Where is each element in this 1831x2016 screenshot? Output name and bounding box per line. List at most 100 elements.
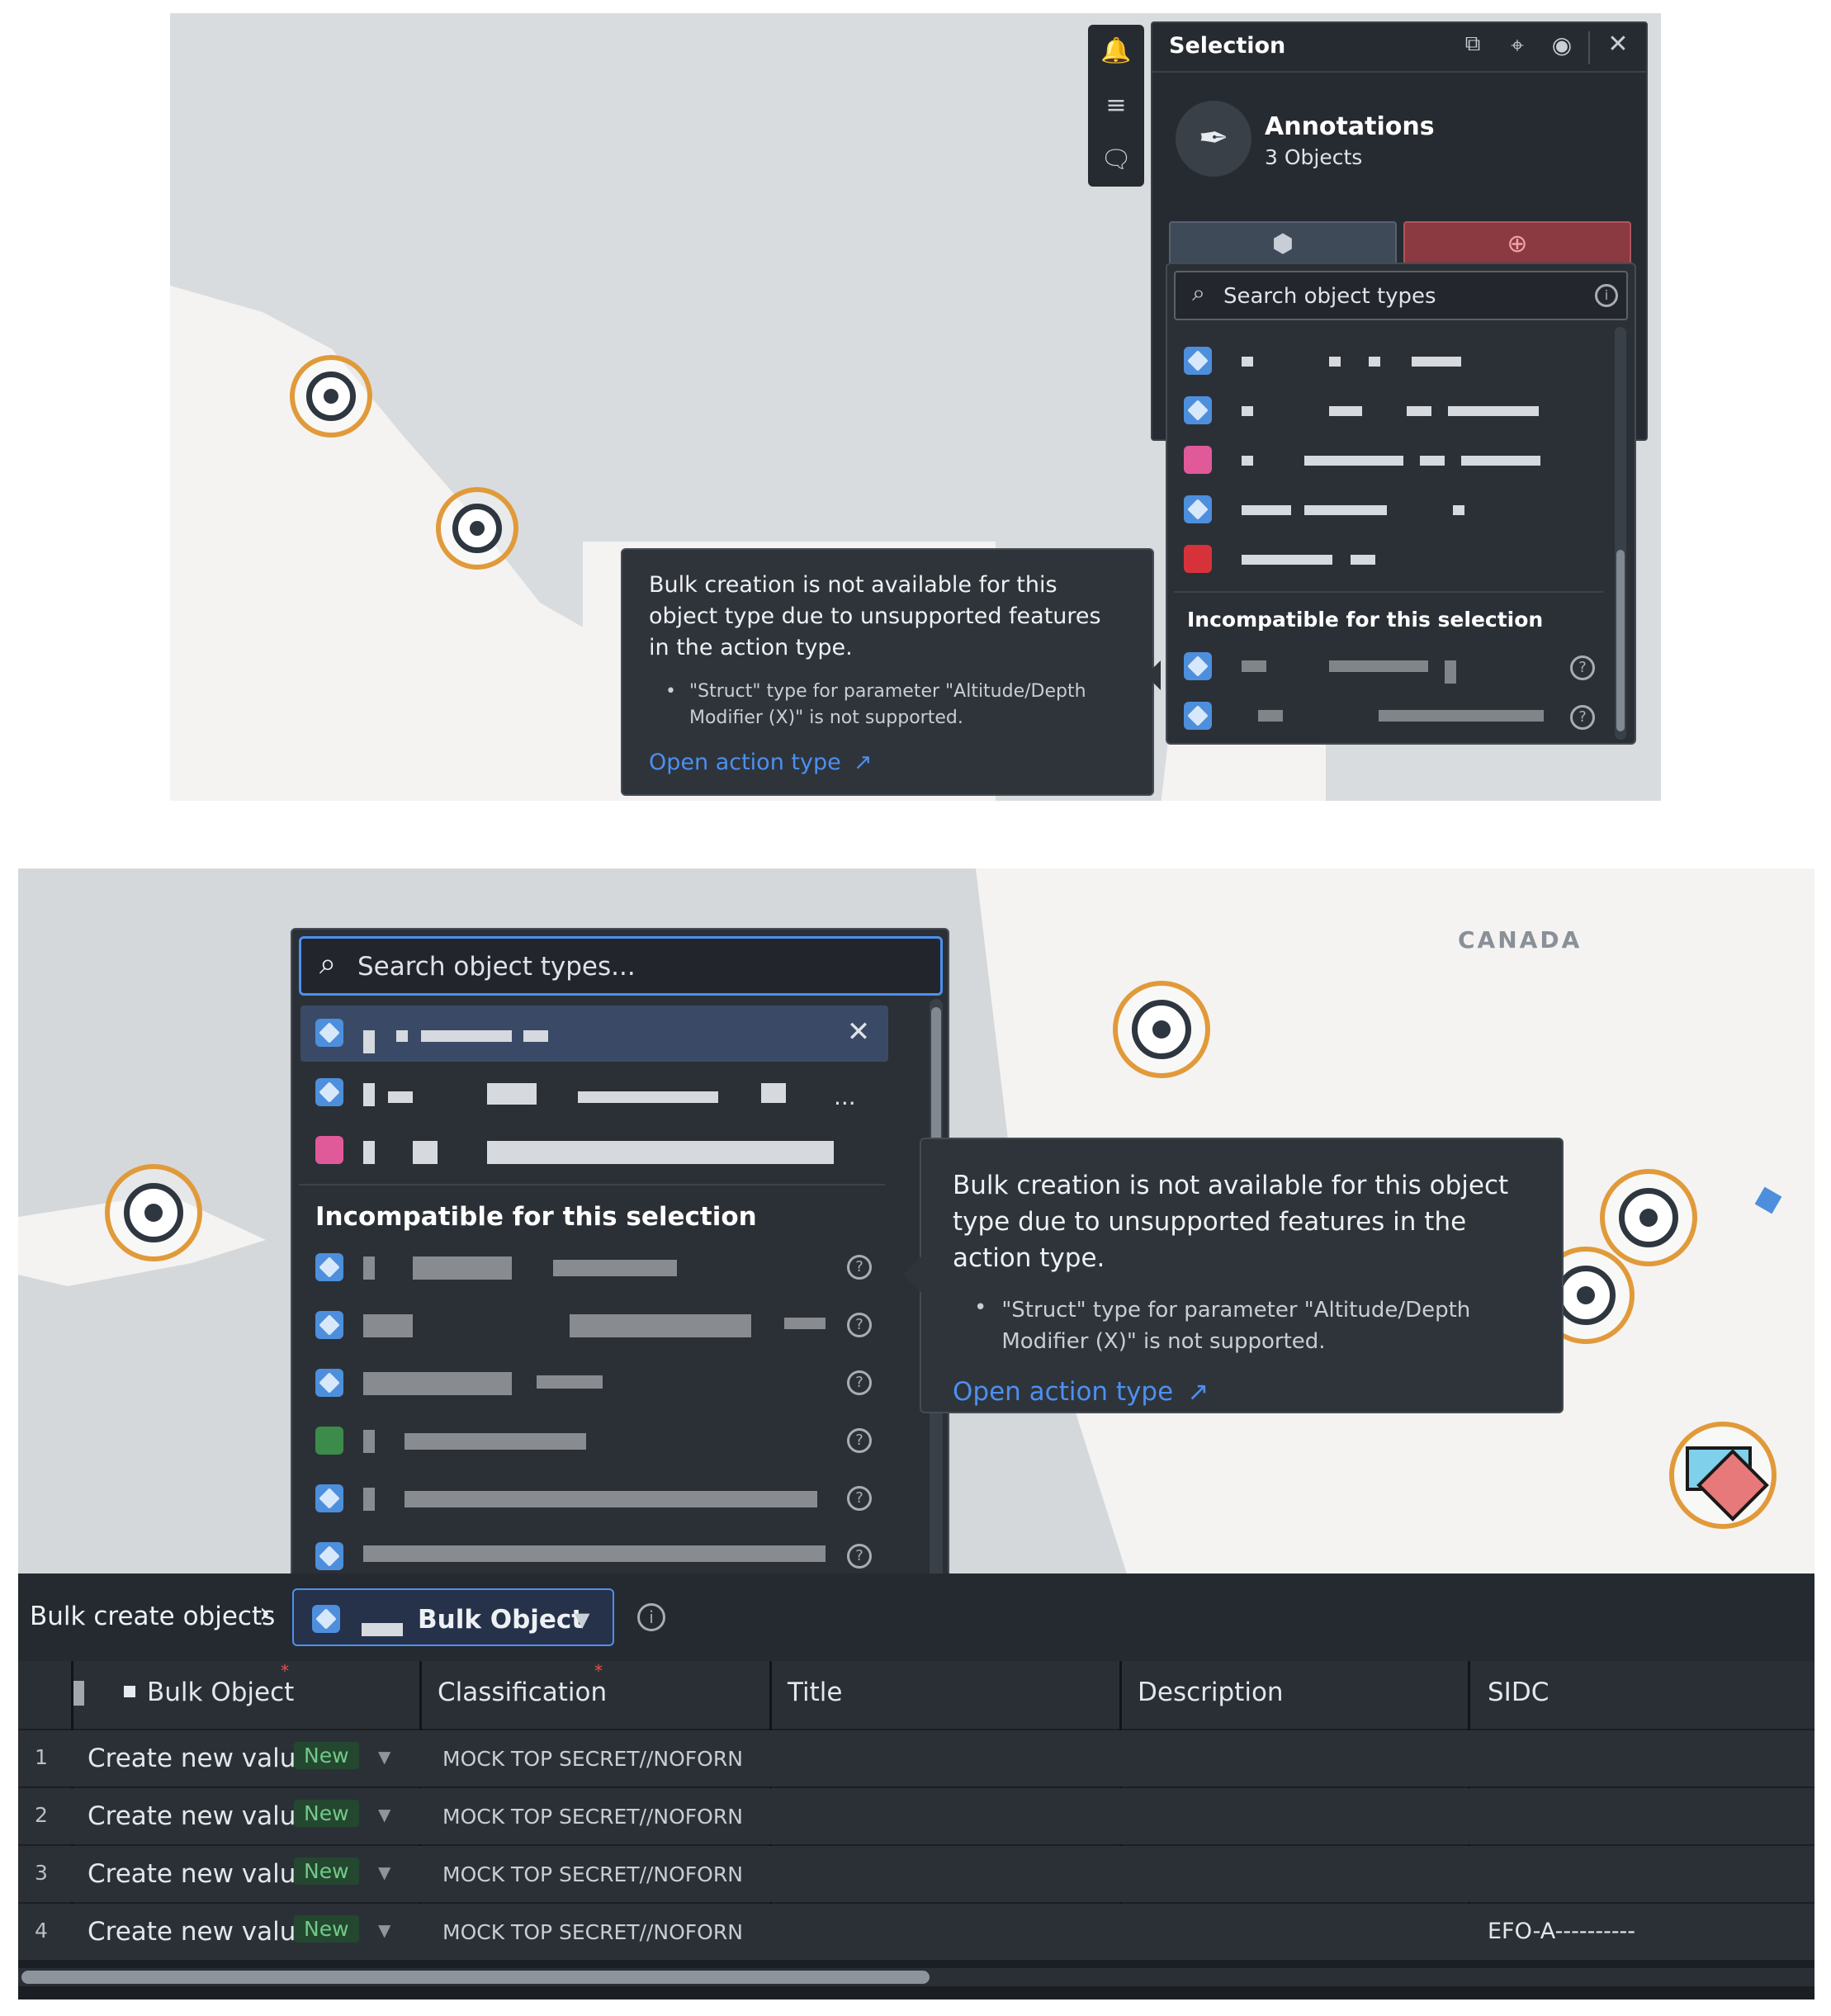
object-type-dropdown: ⌕ Search object types... ✕ ... Incompati… xyxy=(291,928,949,1574)
map-marker-target[interactable] xyxy=(436,487,518,570)
locate-icon[interactable]: ⌖ xyxy=(1501,31,1534,64)
object-type-cube-icon xyxy=(315,1078,343,1106)
help-icon[interactable]: ? xyxy=(847,1255,872,1280)
table-row[interactable]: 2 Create new value New ▼ MOCK TOP SECRET… xyxy=(18,1788,1814,1844)
column-header-sidc[interactable]: SIDC xyxy=(1488,1678,1549,1707)
new-badge: New xyxy=(294,1857,359,1885)
scrollbar[interactable] xyxy=(1615,327,1626,740)
object-type-cube-icon xyxy=(312,1605,340,1633)
comment-icon[interactable]: 🗨 xyxy=(1088,145,1144,178)
caret-down-icon[interactable]: ▼ xyxy=(378,1862,390,1882)
help-icon[interactable]: ? xyxy=(847,1313,872,1337)
row-number: 1 xyxy=(35,1745,48,1769)
tooltip-message: Bulk creation is not available for this … xyxy=(953,1171,1509,1273)
incompatible-header: Incompatible for this selection xyxy=(315,1202,757,1232)
selection-name: Annotations xyxy=(1265,112,1435,141)
table-row[interactable]: 4 Create new value New ▼ MOCK TOP SECRET… xyxy=(18,1904,1814,1960)
map-marker-target[interactable] xyxy=(290,355,372,438)
row-number: 4 xyxy=(35,1919,48,1943)
help-icon[interactable]: ? xyxy=(847,1428,872,1453)
map-marker-target[interactable] xyxy=(105,1164,202,1261)
list-collapse-icon[interactable]: ≡ xyxy=(1088,91,1144,124)
caret-down-icon[interactable]: ▼ xyxy=(378,1747,390,1767)
open-action-type-link[interactable]: Open action type xyxy=(953,1377,1173,1407)
search-input[interactable]: Search object types xyxy=(1223,284,1436,309)
table-row[interactable]: 3 Create new value New ▼ MOCK TOP SECRET… xyxy=(18,1846,1814,1902)
object-type-select[interactable]: Bulk Object ▼ xyxy=(292,1588,614,1646)
object-type-star-icon xyxy=(1184,446,1212,474)
side-toolbar: 🔔 ≡ 🗨 xyxy=(1088,25,1144,187)
tooltip-bullet: "Struct" type for parameter "Altitude/De… xyxy=(688,681,1086,728)
top-map[interactable]: 🔔 ≡ 🗨 Selection ⧉ ⌖ ◉ ✕ ✒ Annotations 3 … xyxy=(170,13,1661,801)
bell-icon[interactable]: 🔔 xyxy=(1088,36,1144,69)
column-header-bulk-object[interactable]: Bulk Object xyxy=(147,1678,294,1707)
caret-down-icon: ▼ xyxy=(575,1608,590,1631)
panel-title: Selection xyxy=(1169,33,1286,59)
search-icon: ⌕ xyxy=(1192,279,1205,306)
row-number: 3 xyxy=(35,1861,48,1885)
object-type-cube-icon xyxy=(315,1253,343,1281)
cell-classification[interactable]: MOCK TOP SECRET//NOFORN xyxy=(442,1747,743,1771)
help-icon[interactable]: ? xyxy=(847,1370,872,1395)
column-header-description[interactable]: Description xyxy=(1138,1678,1284,1707)
object-type-cube-icon xyxy=(1184,396,1212,424)
info-icon[interactable]: i xyxy=(637,1603,665,1631)
tooltip-message: Bulk creation is not available for this … xyxy=(649,572,1101,660)
map-marker-symbol[interactable] xyxy=(1669,1422,1777,1529)
caret-down-icon[interactable]: ▼ xyxy=(378,1920,390,1940)
info-icon[interactable]: i xyxy=(1595,284,1618,307)
object-type-tree-icon xyxy=(315,1427,343,1455)
new-badge: New xyxy=(294,1915,359,1943)
cell-value[interactable]: Create new value xyxy=(88,1744,311,1773)
cell-value[interactable]: Create new value xyxy=(88,1801,311,1831)
column-header-classification[interactable]: Classification xyxy=(438,1678,607,1707)
tooltip-bullet: "Struct" type for parameter "Altitude/De… xyxy=(1001,1298,1471,1354)
object-type-cube-icon xyxy=(1184,495,1212,523)
cell-sidc[interactable]: EFO-A---------- xyxy=(1488,1919,1635,1944)
breadcrumb[interactable]: Bulk create objects xyxy=(30,1602,275,1631)
external-link-icon[interactable]: ↗ xyxy=(1187,1377,1209,1407)
cell-classification[interactable]: MOCK TOP SECRET//NOFORN xyxy=(442,1920,743,1944)
help-icon[interactable]: ? xyxy=(847,1544,872,1569)
row-number: 2 xyxy=(35,1803,48,1827)
map-marker-target[interactable] xyxy=(1113,981,1210,1078)
eye-icon[interactable]: ◉ xyxy=(1545,31,1578,64)
object-type-cube-icon xyxy=(315,1484,343,1512)
selected-object-type: Bulk Object xyxy=(418,1605,584,1635)
external-link-icon[interactable]: ↗ xyxy=(854,750,873,775)
column-header-title[interactable]: Title xyxy=(788,1678,842,1707)
help-icon[interactable]: ? xyxy=(847,1486,872,1511)
cell-classification[interactable]: MOCK TOP SECRET//NOFORN xyxy=(442,1862,743,1886)
object-type-cube-icon xyxy=(1184,702,1212,730)
truncation-ellipsis: ... xyxy=(834,1083,856,1110)
crosshair-icon: ⊕ xyxy=(1507,230,1528,258)
open-action-type-link[interactable]: Open action type xyxy=(649,750,841,775)
popout-icon[interactable]: ⧉ xyxy=(1456,31,1489,64)
search-box[interactable]: ⌕ Search object types... xyxy=(299,936,943,996)
close-icon[interactable]: ✕ xyxy=(1602,30,1635,63)
map-country-label: CANADA xyxy=(1458,926,1583,954)
table-row[interactable]: 1 Create new value New ▼ MOCK TOP SECRET… xyxy=(18,1730,1814,1786)
object-type-cube-icon xyxy=(1184,347,1212,375)
cell-value[interactable]: Create new value xyxy=(88,1859,311,1889)
object-type-cube-icon xyxy=(315,1369,343,1397)
help-icon[interactable]: ? xyxy=(1570,655,1595,680)
cube-plus-icon: ⬢ xyxy=(1271,230,1294,258)
required-marker: * xyxy=(594,1661,603,1681)
clear-selection-icon[interactable]: ✕ xyxy=(840,1015,877,1052)
help-icon[interactable]: ? xyxy=(1570,705,1595,730)
bulk-table: Bulk Object * Classification * Title Des… xyxy=(18,1661,1814,1999)
selection-count: 3 Objects xyxy=(1265,145,1363,169)
object-type-cube-icon xyxy=(315,1542,343,1570)
map-marker-target[interactable] xyxy=(1600,1169,1697,1266)
caret-down-icon[interactable]: ▼ xyxy=(378,1805,390,1824)
search-box[interactable]: ⌕ Search object types i xyxy=(1174,271,1628,320)
search-input[interactable]: Search object types... xyxy=(357,952,636,982)
selected-object-type-row[interactable]: ✕ xyxy=(300,1006,888,1062)
horizontal-scrollbar[interactable] xyxy=(18,1968,1814,1986)
bottom-map[interactable]: CANADA ⌕ Search object types... ✕ ... In… xyxy=(18,868,1814,1574)
bulk-unavailable-tooltip: Bulk creation is not available for this … xyxy=(621,548,1154,796)
cell-value[interactable]: Create new value xyxy=(88,1917,311,1947)
cell-classification[interactable]: MOCK TOP SECRET//NOFORN xyxy=(442,1805,743,1829)
object-type-dropdown: ⌕ Search object types i Incompatible for… xyxy=(1166,263,1636,745)
